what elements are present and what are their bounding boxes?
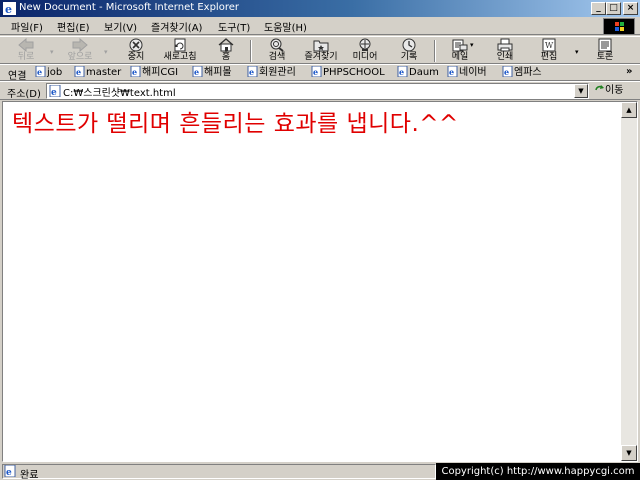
media-button[interactable]: 미디어 (345, 38, 385, 64)
address-bar: 주소(D) e ▼ 이동 (0, 81, 640, 100)
ie-page-icon: e (447, 66, 458, 77)
menu-edit[interactable]: 편집(E) (57, 19, 90, 34)
forward-arrow-icon (72, 38, 88, 52)
maximize-button[interactable]: □ (606, 2, 621, 15)
toolbar-separator (434, 40, 436, 62)
favorites-button[interactable]: 즐겨찾기 (301, 38, 341, 64)
toolbar-separator (250, 40, 252, 62)
copyright-overlay: Copyright(c) http://www.happycgi.com (436, 463, 640, 480)
svg-text:W: W (545, 41, 554, 50)
title-bar[interactable]: e New Document - Microsoft Internet Expl… (0, 0, 640, 17)
link-job[interactable]: e job (35, 66, 62, 80)
edit-dropdown[interactable]: ▾ (575, 48, 581, 56)
page-content: 텍스트가 떨리며 흔들리는 효과를 냅니다.^^ (3, 102, 622, 461)
address-input[interactable] (63, 85, 568, 97)
ie-page-icon: e (397, 66, 408, 77)
ie-page-icon: e (74, 66, 85, 77)
menu-favorites[interactable]: 즐겨찾기(A) (151, 19, 202, 34)
scroll-up-button[interactable]: ▲ (621, 102, 637, 118)
scroll-down-button[interactable]: ▼ (621, 445, 637, 461)
back-arrow-icon (18, 38, 34, 52)
svg-text:e: e (51, 88, 57, 97)
links-overflow-chevron-icon[interactable]: » (626, 66, 632, 77)
link-happycgi[interactable]: e 해피CGI (130, 66, 178, 80)
menu-help[interactable]: 도움말(H) (264, 19, 307, 34)
refresh-icon (174, 38, 186, 52)
svg-text:e: e (249, 67, 254, 77)
ie-page-icon: e (192, 66, 203, 77)
status-text: 완료 (20, 470, 39, 480)
menu-bar: 파일(F) 편집(E) 보기(V) 즐겨찾기(A) 도구(T) 도움말(H) (0, 17, 640, 35)
forward-dropdown[interactable]: ▾ (104, 48, 110, 56)
discuss-icon (598, 38, 612, 52)
address-label: 주소(D) (7, 89, 41, 100)
history-button[interactable]: 기록 (389, 38, 429, 64)
ie-page-icon: e (35, 66, 46, 77)
home-button[interactable]: 홈 (206, 38, 246, 64)
standard-toolbar: 뒤로 ▾ 앞으로 ▾ 중지 새로고침 홈 검색 즐겨찾기 미디어 기록 메일 ▾ (0, 36, 640, 64)
word-document-icon: W (542, 38, 556, 52)
back-button[interactable]: 뒤로 (6, 38, 46, 64)
print-button[interactable]: 인쇄 (485, 38, 525, 64)
svg-text:e: e (5, 3, 12, 15)
forward-button[interactable]: 앞으로 (60, 38, 100, 64)
svg-text:e: e (504, 67, 509, 77)
discuss-button[interactable]: 토론 (585, 38, 625, 64)
go-arrow-icon (595, 85, 604, 91)
edit-button[interactable]: W 편집 (529, 38, 569, 64)
shaking-text: 텍스트가 떨리며 흔들리는 효과를 냅니다.^^ (12, 111, 459, 137)
ie-page-icon: e (130, 66, 141, 77)
windows-throbber (603, 18, 635, 35)
mail-icon (452, 39, 468, 52)
link-naver[interactable]: e 네이버 (447, 66, 487, 80)
menu-view[interactable]: 보기(V) (104, 19, 137, 34)
media-icon (359, 38, 371, 51)
search-button[interactable]: 검색 (257, 38, 297, 64)
close-button[interactable]: × (623, 2, 638, 15)
link-master[interactable]: e master (74, 66, 121, 80)
link-phpschool[interactable]: e PHPSCHOOL (311, 66, 385, 80)
window-title: New Document - Microsoft Internet Explor… (19, 2, 239, 13)
links-bar: 연결 e job e master e 해피CGI e 해피몰 e 회원관리 e PHPSC… (0, 64, 640, 82)
link-daum[interactable]: e Daum (397, 66, 439, 80)
status-cell-main (2, 464, 436, 479)
stop-button[interactable]: 중지 (116, 38, 156, 64)
menu-file[interactable]: 파일(F) (11, 19, 43, 34)
svg-text:e: e (6, 468, 12, 477)
link-happymall[interactable]: e 해피몰 (192, 66, 232, 80)
svg-text:e: e (132, 67, 137, 77)
page-viewport: 텍스트가 떨리며 흔들리는 효과를 냅니다.^^ ▲ ▼ (2, 101, 638, 462)
svg-text:e: e (399, 67, 404, 77)
mail-dropdown[interactable]: ▾ (470, 41, 476, 49)
menu-tools[interactable]: 도구(T) (218, 19, 250, 34)
home-icon (218, 38, 234, 52)
ie-page-icon: e (49, 85, 61, 97)
stop-icon (129, 38, 143, 52)
svg-text:e: e (194, 67, 199, 77)
ie-page-icon: e (502, 66, 513, 77)
ie-page-icon: e (247, 66, 258, 77)
address-box[interactable]: e ▼ (46, 83, 589, 99)
address-dropdown-button[interactable]: ▼ (574, 84, 588, 98)
favorites-folder-icon (313, 40, 329, 52)
svg-text:e: e (449, 67, 454, 77)
svg-text:e: e (37, 67, 42, 77)
printer-icon (497, 38, 513, 52)
refresh-button[interactable]: 새로고침 (160, 38, 200, 64)
search-icon (270, 38, 284, 52)
back-dropdown[interactable]: ▾ (50, 48, 56, 56)
ie-logo-icon: e (3, 2, 16, 15)
links-label: 연결 (8, 71, 27, 82)
svg-text:e: e (313, 67, 318, 77)
windows-flag-icon (615, 22, 624, 31)
ie-page-icon: e (4, 465, 16, 477)
ie-page-icon: e (311, 66, 322, 77)
go-button[interactable]: 이동 (594, 84, 623, 98)
link-empas[interactable]: e 엠파스 (502, 66, 542, 80)
history-icon (402, 38, 416, 52)
link-member-management[interactable]: e 회원관리 (247, 66, 296, 80)
svg-text:e: e (76, 67, 81, 77)
vertical-scrollbar[interactable]: ▲ ▼ (621, 102, 637, 461)
minimize-button[interactable]: _ (591, 2, 606, 15)
